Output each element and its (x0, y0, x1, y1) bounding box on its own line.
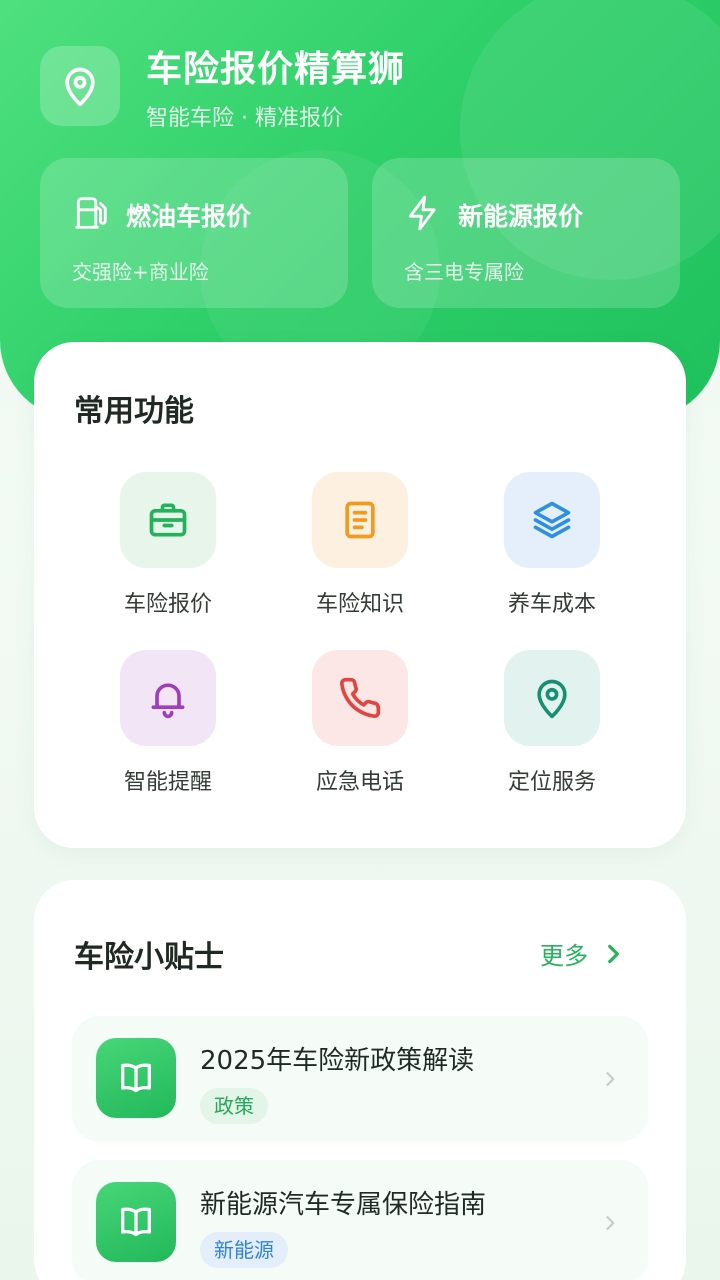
func-label: 应急电话 (315, 770, 404, 795)
tip-title: 新能源汽车专属保险指南 (200, 1190, 487, 1220)
func-label: 智能提醒 (123, 770, 212, 795)
func-car-cost[interactable]: 养车成本 (456, 472, 648, 618)
func-car-insurance-quote[interactable]: 车险报价 (72, 472, 264, 618)
func-emergency-call[interactable]: 应急电话 (264, 650, 456, 796)
section-title-tips: 车险小贴士 (74, 940, 224, 975)
fuel-car-quote-button[interactable]: 燃油车报价 交强险+商业险 (40, 158, 348, 308)
func-label: 养车成本 (507, 592, 596, 617)
fuel-pump-icon (72, 194, 110, 236)
func-location-service[interactable]: 定位服务 (456, 650, 648, 796)
func-smart-reminder[interactable]: 智能提醒 (72, 650, 264, 796)
briefcase-icon (120, 472, 216, 568)
bell-icon (120, 650, 216, 746)
insurance-tips-card: 车险小贴士 更多 2025年车险新政策解读 政策 新能源汽车专属保险指南 新能源 (34, 880, 686, 1280)
chevron-right-icon (600, 939, 626, 969)
tip-tag: 政策 (200, 1088, 268, 1124)
layers-icon (504, 472, 600, 568)
func-label: 车险知识 (315, 592, 404, 617)
app-subtitle: 智能车险 · 精准报价 (146, 106, 343, 131)
book-icon (96, 1038, 176, 1118)
phone-icon (312, 650, 408, 746)
func-label: 车险报价 (123, 592, 212, 617)
book-icon (96, 1182, 176, 1262)
app-title: 车险报价精算狮 (146, 49, 406, 90)
fuel-car-quote-title: 燃油车报价 (126, 202, 252, 231)
lightning-icon (404, 194, 442, 236)
new-energy-quote-button[interactable]: 新能源报价 含三电专属险 (372, 158, 680, 308)
tip-item-policy[interactable]: 2025年车险新政策解读 政策 (72, 1016, 648, 1142)
map-pin-icon (504, 650, 600, 746)
tip-tag: 新能源 (200, 1232, 288, 1268)
func-insurance-knowledge[interactable]: 车险知识 (264, 472, 456, 618)
new-energy-quote-title: 新能源报价 (458, 202, 584, 231)
fuel-car-quote-subtitle: 交强险+商业险 (72, 260, 209, 284)
tip-item-new-energy[interactable]: 新能源汽车专属保险指南 新能源 (72, 1160, 648, 1280)
brand: 车险报价精算狮 智能车险 · 精准报价 (40, 40, 405, 132)
new-energy-quote-subtitle: 含三电专属险 (404, 260, 524, 284)
document-icon (312, 472, 408, 568)
chevron-right-icon (600, 1210, 620, 1240)
more-label: 更多 (540, 942, 588, 970)
tip-title: 2025年车险新政策解读 (200, 1046, 475, 1076)
more-link[interactable]: 更多 (540, 936, 626, 971)
location-pin-icon (40, 46, 120, 126)
func-label: 定位服务 (507, 770, 596, 795)
chevron-right-icon (600, 1066, 620, 1096)
app-screen: 车险报价精算狮 智能车险 · 精准报价 燃油车报价 交强险+商业险 新能源报价 … (0, 0, 720, 1280)
section-title-functions: 常用功能 (74, 394, 194, 429)
common-functions-card: 常用功能 车险报价 车险知识 养车成本 智能提醒 应急电话 定位服务 (34, 342, 686, 848)
